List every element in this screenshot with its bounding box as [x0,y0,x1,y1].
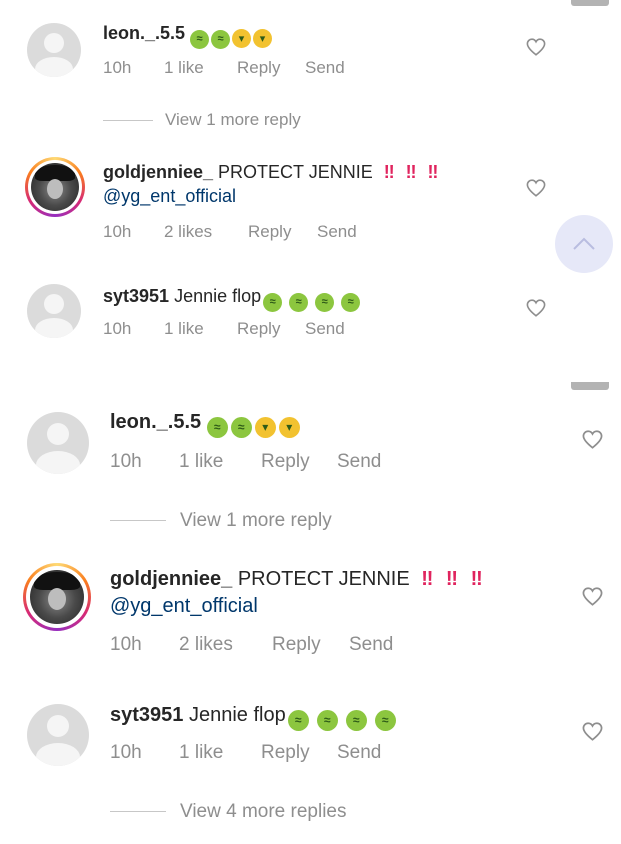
reply-button[interactable]: Reply [261,742,337,764]
comment-meta: 10h 2 likes Reply Send [110,634,393,656]
send-button[interactable]: Send [349,634,393,656]
nauseated-face-icon: ≈ [316,709,338,731]
comment-username[interactable]: goldjenniee_ [110,568,232,590]
send-button[interactable]: Send [337,451,381,473]
likes-count[interactable]: 1 like [164,319,237,339]
comment-username[interactable]: syt3951 [110,704,183,726]
comment-meta: 10h 1 like Reply Send [103,58,345,78]
vomiting-face-icon: ▾ [232,29,252,48]
nauseated-face-icon: ≈ [341,292,361,312]
mention-link[interactable]: @yg_ent_official [103,186,236,207]
reply-button[interactable]: Reply [237,58,305,78]
send-button[interactable]: Send [317,222,357,242]
nauseated-face-icon: ≈ [315,292,335,312]
comment-meta: 10h 2 likes Reply Send [103,222,357,242]
scroll-indicator [571,382,609,390]
comment-username[interactable]: goldjenniee_ [103,162,213,182]
vomiting-face-icon: ▾ [253,29,273,48]
heart-outline-icon[interactable] [582,722,603,741]
mention-link[interactable]: @yg_ent_official [110,595,258,618]
view-replies-button[interactable]: View 4 more replies [110,801,347,823]
view-replies-label: View 1 more reply [180,510,332,531]
story-ring[interactable] [23,563,91,631]
nauseated-face-icon: ≈ [287,709,309,731]
user-avatar-photo [30,570,84,624]
vomiting-face-icon: ▾ [254,416,276,438]
double-exclamation-icon: ‼ [445,568,458,590]
reply-button[interactable]: Reply [261,451,337,473]
screenshot-divider [0,376,621,386]
heart-outline-icon[interactable] [582,587,603,606]
story-ring[interactable] [25,157,85,217]
heart-outline-icon[interactable] [526,299,546,317]
reply-button[interactable]: Reply [237,319,305,339]
reply-button[interactable]: Reply [248,222,317,242]
nauseated-face-icon: ≈ [345,709,367,731]
scroll-indicator [571,0,609,6]
send-button[interactable]: Send [337,742,381,764]
default-avatar-icon[interactable] [27,23,81,77]
default-avatar-icon[interactable] [27,704,89,766]
scroll-to-top-button[interactable] [555,215,613,273]
comment-time: 10h [110,634,142,655]
view-replies-button[interactable]: View 1 more reply [103,110,301,130]
comments-panel-top: leon._.5.5 ≈ ≈ ▾ ▾ 10h 1 like Reply Send View … [0,0,621,376]
likes-count[interactable]: 1 like [164,58,237,78]
view-replies-label: View 1 more reply [165,110,301,129]
vomiting-face-icon: ▾ [278,416,300,438]
nauseated-face-icon: ≈ [263,292,283,312]
view-replies-label: View 4 more replies [180,801,347,822]
heart-outline-icon[interactable] [526,38,546,56]
default-avatar-icon[interactable] [27,284,81,338]
nauseated-face-icon: ≈ [374,709,396,731]
user-avatar-photo [31,163,79,211]
comment-time: 10h [103,222,132,241]
double-exclamation-icon: ‼ [427,162,439,182]
likes-count[interactable]: 1 like [179,742,261,764]
comment-username[interactable]: leon._.5.5 [110,411,201,433]
comment-username[interactable]: syt3951 [103,286,169,306]
comment-text: PROTECT JENNIE [237,568,410,590]
comment-text: PROTECT JENNIE [218,162,373,182]
comment-username[interactable]: leon._.5.5 [103,23,185,43]
comment-meta: 10h 1 like Reply Send [103,319,345,339]
comment-time: 10h [110,451,142,472]
comment-text: Jennie flop [188,704,286,726]
nauseated-face-icon: ≈ [289,292,309,312]
reply-button[interactable]: Reply [272,634,349,656]
likes-count[interactable]: 2 likes [164,222,248,242]
comment-time: 10h [103,319,132,338]
chevron-up-icon [573,237,595,250]
nauseated-face-icon: ≈ [211,29,231,49]
comment-time: 10h [110,742,142,763]
comment-text: Jennie flop [174,286,262,306]
heart-outline-icon[interactable] [582,430,603,449]
default-avatar-icon[interactable] [27,412,89,474]
comments-panel-bottom: leon._.5.5 ≈ ≈ ▾ ▾ 10h 1 like Reply Send View … [0,382,621,844]
comment-meta: 10h 1 like Reply Send [110,451,381,473]
view-replies-button[interactable]: View 1 more reply [110,510,332,532]
likes-count[interactable]: 2 likes [179,634,272,656]
double-exclamation-icon: ‼ [405,162,417,182]
likes-count[interactable]: 1 like [179,451,261,473]
double-exclamation-icon: ‼ [470,568,483,590]
comment-time: 10h [103,58,132,77]
comment-meta: 10h 1 like Reply Send [110,742,381,764]
nauseated-face-icon: ≈ [230,416,252,438]
double-exclamation-icon: ‼ [383,162,395,182]
nauseated-face-icon: ≈ [206,416,228,438]
heart-outline-icon[interactable] [526,179,546,197]
send-button[interactable]: Send [305,58,345,78]
send-button[interactable]: Send [305,319,345,339]
double-exclamation-icon: ‼ [421,568,433,590]
nauseated-face-icon: ≈ [190,29,210,49]
